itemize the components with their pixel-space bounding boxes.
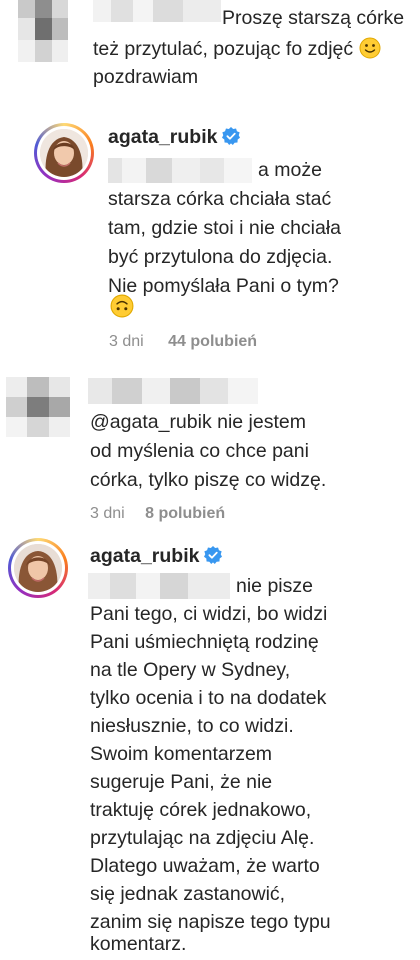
- comment-text-line: Dlatego uważam, że warto: [90, 855, 320, 877]
- comment-text-line: tam, gdzie stoi i nie chciała: [108, 217, 342, 239]
- comment-text-line: @agata_rubik nie jestem: [90, 411, 306, 433]
- likes-count[interactable]: 44 polubień: [168, 333, 257, 350]
- comment-text-line: się jednak zastanowić,: [90, 883, 286, 905]
- profile-photo: [14, 544, 62, 592]
- comment-text-line: Swoim komentarzem: [90, 743, 273, 765]
- comment-text-line: sugeruje Pani, że nie: [90, 771, 273, 793]
- comment-text-line: niesłusznie, to co widzi.: [90, 715, 294, 737]
- blurred-mention: [88, 573, 230, 599]
- comment-text-line: nie pisze: [236, 575, 313, 597]
- timestamp: 3 dni: [90, 505, 125, 522]
- comment-meta: 3 dni 8 polubień: [90, 505, 225, 523]
- comment-text-line: Proszę starszą córke: [222, 7, 405, 29]
- comment-text-line: przytulając na zdjęciu Alę.: [90, 827, 315, 849]
- blurred-avatar: [18, 0, 68, 62]
- comment-text-line: a może: [258, 159, 322, 181]
- profile-photo: [40, 129, 88, 177]
- blurred-mention: [108, 158, 252, 183]
- verified-badge-icon: [222, 127, 241, 145]
- timestamp: 3 dni: [109, 333, 144, 350]
- comment-text-line: być przytulona do zdjęcia.: [108, 246, 333, 268]
- upside-down-face-icon: [110, 294, 134, 318]
- comment-text-line: Pani uśmiechniętą rodzinę: [90, 631, 319, 653]
- comment-text-line: pozdrawiam: [93, 66, 199, 88]
- avatar[interactable]: [8, 538, 68, 598]
- avatar[interactable]: [34, 123, 94, 183]
- comment-meta: 3 dni 44 polubień: [109, 333, 257, 351]
- comment-text-line: od myślenia co chce pani: [90, 440, 309, 462]
- comment-text-line: komentarz.: [90, 933, 187, 955]
- comment-text-line: Pani tego, ci widzi, bo widzi: [90, 603, 328, 625]
- blurred-username: [88, 378, 258, 404]
- comment-text-line: Nie pomyślała Pani o tym?: [108, 275, 339, 297]
- comment-text-line: na tle Opery w Sydney,: [90, 659, 291, 681]
- likes-count[interactable]: 8 polubień: [145, 505, 225, 522]
- comment-text-line: starsza córka chciała stać: [108, 188, 332, 210]
- comment-text-line: traktuję córek jednakowo,: [90, 799, 312, 821]
- comment-text-line: też przytulać, pozując fo zdjęć: [93, 34, 381, 65]
- username[interactable]: agata_rubik: [90, 545, 223, 568]
- blurred-username: [93, 0, 221, 22]
- comment-text-line: córka, tylko piszę co widzę.: [90, 469, 327, 491]
- username[interactable]: agata_rubik: [108, 126, 241, 149]
- verified-badge-icon: [204, 546, 223, 564]
- blurred-avatar: [6, 377, 70, 437]
- comment-text-line: tylko ocenia i to na dodatek: [90, 687, 327, 709]
- slightly-smiling-face-icon: [359, 37, 381, 59]
